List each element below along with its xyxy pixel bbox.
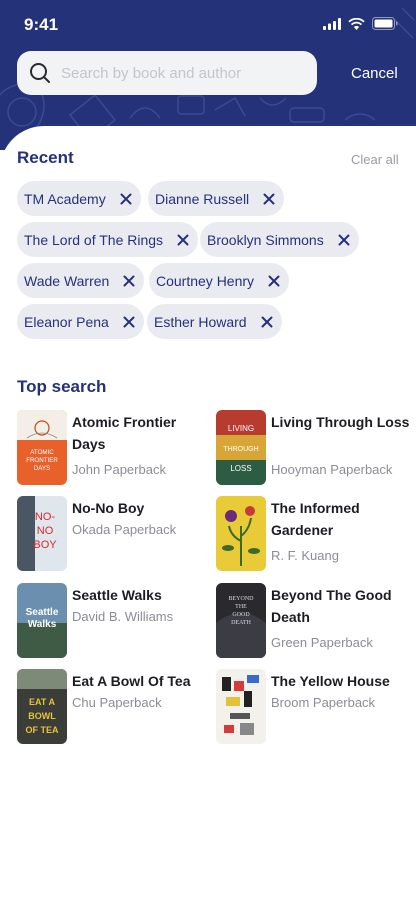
svg-text:GOOD: GOOD <box>232 612 250 618</box>
book-cover: ATOMIC FRONTIER DAYS <box>17 410 67 485</box>
svg-text:DEATH: DEATH <box>231 620 251 626</box>
remove-icon[interactable] <box>338 234 350 246</box>
svg-text:BOY: BOY <box>33 539 57 551</box>
svg-text:BOWL: BOWL <box>28 711 56 721</box>
recent-chip[interactable]: Dianne Russell <box>148 181 285 216</box>
book-item[interactable]: LIVING THROUGH LOSS Living Through Loss … <box>216 410 416 488</box>
recent-chip-label: Brooklyn Simmons <box>207 231 324 248</box>
svg-text:LOSS: LOSS <box>230 464 251 473</box>
search-bar[interactable] <box>17 51 317 95</box>
svg-text:Seattle: Seattle <box>26 607 59 618</box>
recent-section-title: Recent <box>17 148 74 167</box>
recent-chip[interactable]: TM Academy <box>17 181 141 216</box>
remove-icon[interactable] <box>123 275 135 287</box>
book-title: Beyond The Good Death <box>271 587 392 625</box>
book-cover: EAT A BOWL OF TEA <box>17 669 67 744</box>
svg-text:FRONTIER: FRONTIER <box>26 457 58 464</box>
book-item[interactable]: Seattle Walks Seattle Walks David B. Wil… <box>17 583 217 661</box>
book-author: Green Paperback <box>271 635 373 650</box>
book-cover: Seattle Walks <box>17 583 67 658</box>
battery-icon <box>372 17 398 30</box>
recent-chip-label: The Lord of The Rings <box>24 231 164 248</box>
book-item[interactable]: ATOMIC FRONTIER DAYS Atomic Frontier Day… <box>17 410 217 488</box>
book-title: Seattle Walks <box>72 587 162 603</box>
remove-icon[interactable] <box>120 193 132 205</box>
book-author: Chu Paperback <box>72 695 162 710</box>
remove-icon[interactable] <box>261 316 273 328</box>
book-author: Broom Paperback <box>271 695 376 710</box>
cancel-button[interactable]: Cancel <box>351 65 398 82</box>
svg-text:Walks: Walks <box>28 619 57 630</box>
recent-chip[interactable]: Brooklyn Simmons <box>200 222 359 257</box>
recent-chip-label: TM Academy <box>24 190 106 207</box>
recent-chip-label: Eleanor Pena <box>24 313 109 330</box>
book-title: The Yellow House <box>271 673 390 689</box>
status-time: 9:41 <box>24 15 59 34</box>
book-author: R. F. Kuang <box>271 548 339 563</box>
remove-icon[interactable] <box>263 193 275 205</box>
remove-icon[interactable] <box>268 275 280 287</box>
svg-text:DAYS: DAYS <box>34 465 50 472</box>
svg-text:ATOMIC: ATOMIC <box>30 449 54 456</box>
book-item[interactable]: The Yellow House Broom Paperback <box>216 669 416 747</box>
svg-text:EAT A: EAT A <box>29 697 55 707</box>
content-panel: Recent Clear all TM Academy Dianne Russe… <box>0 126 416 900</box>
book-item[interactable]: NO- NO BOY No-No Boy Okada Paperback <box>17 496 217 574</box>
recent-chip[interactable]: Courtney Henry <box>149 263 290 298</box>
svg-text:NO: NO <box>37 525 54 537</box>
recent-chip-label: Wade Warren <box>24 272 110 289</box>
recent-chip[interactable]: Wade Warren <box>17 263 145 298</box>
book-title: Living Through Loss <box>271 414 410 430</box>
book-item[interactable]: BEYOND THE GOOD DEATH Beyond The Good De… <box>216 583 416 661</box>
book-author: John Paperback <box>72 462 166 477</box>
recent-chip-label: Esther Howard <box>154 313 247 330</box>
book-cover <box>216 496 266 571</box>
wifi-icon <box>348 17 365 30</box>
book-cover: LIVING THROUGH LOSS <box>216 410 266 485</box>
remove-icon[interactable] <box>177 234 189 246</box>
svg-text:NO-: NO- <box>35 511 56 523</box>
recent-chip[interactable]: Eleanor Pena <box>17 304 144 339</box>
book-item[interactable]: EAT A BOWL OF TEA Eat A Bowl Of Tea Chu … <box>17 669 217 747</box>
book-title: The Informed Gardener <box>271 500 360 538</box>
recent-chip-label: Courtney Henry <box>156 272 255 289</box>
book-author: David B. Williams <box>72 609 174 624</box>
recent-chip-label: Dianne Russell <box>155 190 250 207</box>
book-cover: NO- NO BOY <box>17 496 67 571</box>
svg-text:BEYOND: BEYOND <box>229 596 255 602</box>
book-title: Eat A Bowl Of Tea <box>72 673 191 689</box>
status-icons <box>323 17 398 30</box>
remove-icon[interactable] <box>123 316 135 328</box>
svg-text:OF TEA: OF TEA <box>26 725 59 735</box>
book-author: Hooyman Paperback <box>271 462 393 477</box>
book-cover: BEYOND THE GOOD DEATH <box>216 583 266 658</box>
svg-text:THROUGH: THROUGH <box>223 446 258 453</box>
book-title: Atomic Frontier Days <box>72 414 177 452</box>
status-bar: 9:41 <box>0 0 416 48</box>
book-cover <box>216 669 266 744</box>
svg-text:LIVING: LIVING <box>228 424 254 433</box>
search-input[interactable] <box>61 64 301 82</box>
svg-text:THE: THE <box>235 604 247 610</box>
book-item[interactable]: The Informed Gardener R. F. Kuang <box>216 496 416 574</box>
book-author: Okada Paperback <box>72 522 177 537</box>
clear-all-button[interactable]: Clear all <box>351 152 399 167</box>
top-search-section-title: Top search <box>17 377 107 396</box>
recent-chip[interactable]: Esther Howard <box>147 304 282 339</box>
book-title: No-No Boy <box>72 500 145 516</box>
search-icon <box>30 63 50 83</box>
signal-icon <box>323 17 341 30</box>
recent-chip[interactable]: The Lord of The Rings <box>17 222 199 257</box>
